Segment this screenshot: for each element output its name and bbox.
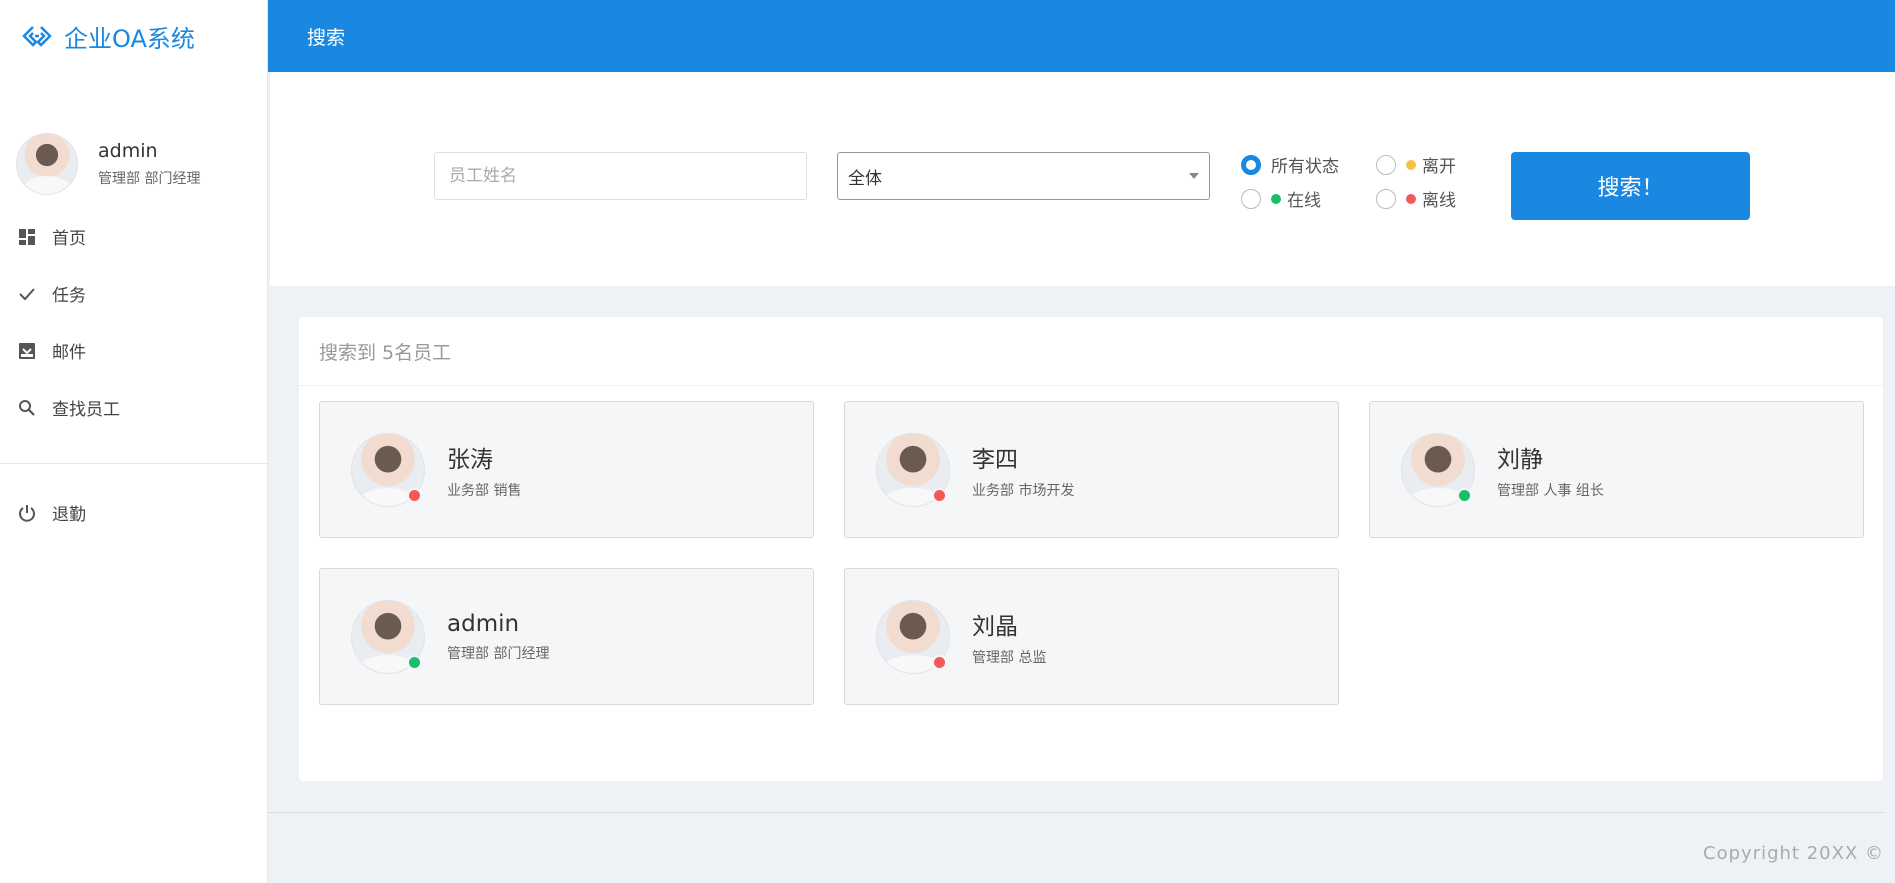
radio-label: 离开 [1422, 157, 1456, 177]
sidebar-item-logout[interactable]: 退勤 [0, 484, 267, 541]
employee-meta: 业务部 销售 [447, 482, 522, 499]
results-summary: 搜索到 5名员工 [299, 317, 1883, 386]
app-title: 企业OA系统 [64, 24, 195, 53]
sidebar-item-tasks[interactable]: 任务 [0, 265, 267, 322]
online-dot-icon [1271, 193, 1281, 204]
diamond-link-icon [22, 26, 52, 47]
status-dot-icon [932, 488, 947, 503]
radio-button[interactable] [1241, 188, 1261, 209]
sidebar-item-label: 查找员工 [52, 400, 120, 420]
status-dot-icon [407, 655, 422, 670]
employee-card[interactable]: 张涛 业务部 销售 [319, 401, 814, 538]
search-panel: 全体 所有状态 离开 在线 离线 搜索！ [270, 72, 1895, 286]
footer-divider [268, 812, 1885, 813]
sidebar-item-mail[interactable]: 邮件 [0, 322, 267, 379]
employee-card[interactable]: 刘晶 管理部 总监 [844, 568, 1339, 705]
status-dot-icon [1457, 488, 1472, 503]
brand[interactable]: 企业OA系统 [0, 0, 267, 72]
employee-name: 刘静 [1497, 446, 1543, 473]
employee-card[interactable]: 刘静 管理部 人事 组长 [1369, 401, 1864, 538]
radio-button[interactable] [1241, 154, 1261, 175]
search-button[interactable]: 搜索！ [1511, 152, 1750, 220]
results-panel: 搜索到 5名员工 张涛 业务部 销售 李四 业务部 市场开发 刘静 管理部 人事… [299, 317, 1883, 781]
status-radio-offline[interactable]: 离线 [1376, 186, 1456, 211]
status-dot-icon [407, 488, 422, 503]
employee-name: 张涛 [447, 446, 493, 473]
power-icon [18, 504, 36, 522]
inbox-icon [18, 342, 36, 360]
radio-label: 在线 [1287, 191, 1321, 211]
employee-meta: 管理部 总监 [972, 649, 1047, 666]
away-dot-icon [1406, 159, 1416, 170]
top-header: 搜索 [268, 0, 1895, 72]
status-radio-away[interactable]: 离开 [1376, 152, 1456, 177]
employee-name-input[interactable] [434, 152, 807, 200]
radio-label: 所有状态 [1271, 157, 1339, 177]
dashboard-icon [18, 228, 36, 246]
status-radio-all[interactable]: 所有状态 [1241, 152, 1339, 177]
employee-card[interactable]: admin 管理部 部门经理 [319, 568, 814, 705]
employee-name: admin [447, 610, 520, 637]
sidebar-nav: 首页 任务 邮件 查找员工 [0, 208, 267, 436]
department-select[interactable]: 全体 [837, 152, 1210, 200]
page-title: 搜索 [307, 26, 346, 49]
status-radio-online[interactable]: 在线 [1241, 186, 1321, 211]
user-role: 管理部 部门经理 [98, 171, 201, 187]
offline-dot-icon [1406, 193, 1416, 204]
copyright-text: Copyright 20XX © [1703, 843, 1884, 864]
status-dot-icon [932, 655, 947, 670]
employee-meta: 管理部 部门经理 [447, 645, 550, 662]
employee-meta: 管理部 人事 组长 [1497, 482, 1604, 499]
search-icon [18, 399, 36, 417]
employee-name: 李四 [972, 446, 1018, 473]
sidebar-item-home[interactable]: 首页 [0, 208, 267, 265]
radio-label: 离线 [1422, 191, 1456, 211]
employee-meta: 业务部 市场开发 [972, 482, 1075, 499]
department-select-value: 全体 [848, 168, 882, 189]
sidebar-item-label: 首页 [52, 229, 86, 249]
sidebar-divider [0, 463, 267, 464]
employee-name: 刘晶 [972, 613, 1018, 640]
user-name: admin [98, 140, 158, 162]
radio-button[interactable] [1376, 188, 1396, 209]
sidebar-item-label: 退勤 [52, 505, 86, 525]
chevron-down-icon [1189, 173, 1199, 179]
radio-button[interactable] [1376, 154, 1396, 175]
sidebar-item-label: 任务 [52, 286, 86, 306]
sidebar-item-label: 邮件 [52, 343, 86, 363]
sidebar: 企业OA系统 admin 管理部 部门经理 首页 任务 邮件 查找员工 退勤 [0, 0, 268, 883]
avatar [16, 133, 78, 195]
check-icon [18, 285, 36, 303]
sidebar-item-find-employee[interactable]: 查找员工 [0, 379, 267, 436]
employee-card[interactable]: 李四 业务部 市场开发 [844, 401, 1339, 538]
sidebar-nav-bottom: 退勤 [0, 484, 267, 541]
